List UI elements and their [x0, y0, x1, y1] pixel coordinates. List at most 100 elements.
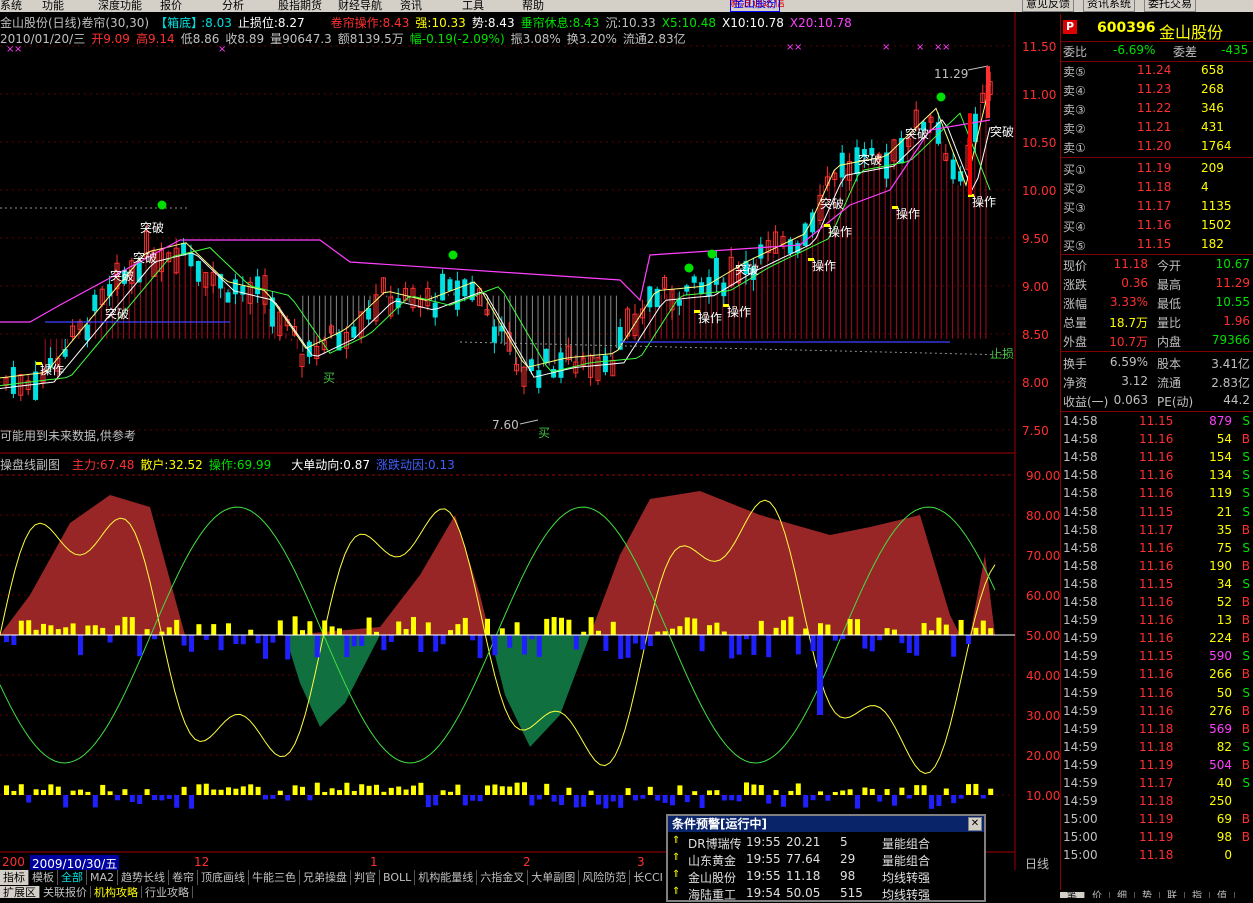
condition-alert-window[interactable]: 条件预警[运行中] ✕ ⇑ DR博瑞传 19:55 20.21 5 量能组合 ⇑ 山东黄金 19… — [666, 814, 986, 902]
panel-tab-2[interactable]: 细 — [1110, 892, 1135, 898]
indicator-tab-12[interactable]: 六指金叉 — [477, 870, 529, 885]
extension-tab-3[interactable]: 行业攻略 — [142, 886, 193, 898]
menu-item-system[interactable]: 系统 — [0, 0, 22, 12]
tick-price: 11.16 — [1139, 613, 1174, 628]
time-axis-month-3: 3 — [637, 855, 645, 869]
indicator-tab-6[interactable]: 顶底画线 — [198, 870, 250, 885]
indicator-tab-11[interactable]: 机构能量线 — [415, 870, 478, 885]
news-system-button[interactable]: 资讯系统 — [1083, 0, 1135, 12]
menu-item-news[interactable]: 资讯 — [400, 0, 422, 12]
buy-label: 买 — [538, 426, 550, 440]
ask-row-0[interactable]: 卖⑤ 11.24 658 — [1061, 62, 1253, 81]
panel-tab-6[interactable]: 值 — [1210, 892, 1235, 898]
quote-label-2: 最低 — [1157, 297, 1182, 311]
tick-volume: 52 — [1216, 595, 1232, 609]
tick-price: 11.16 — [1139, 631, 1174, 646]
quote-value: 18.7万 — [1109, 316, 1148, 330]
bid-row-3[interactable]: 买④ 11.16 1502 — [1061, 217, 1253, 236]
feedback-button[interactable]: 意见反馈 — [1022, 0, 1074, 12]
trade-button[interactable]: 委托交易 — [1144, 0, 1196, 12]
momentum-value: 涨跌动因:0.13 — [376, 458, 455, 472]
close-icon[interactable]: ✕ — [968, 817, 982, 831]
indicator-tab-10[interactable]: BOLL — [380, 870, 416, 885]
buy-label: 买 — [323, 371, 335, 385]
tick-side: B — [1241, 667, 1250, 682]
time-axis-stub: 200 — [2, 855, 25, 869]
indicator-tab-13[interactable]: 大单副图 — [528, 870, 580, 885]
tick-volume: 54 — [1216, 432, 1232, 447]
panel-tab-1[interactable]: 价 — [1085, 892, 1110, 898]
menu-item-tools[interactable]: 工具 — [462, 0, 484, 12]
tick-side: S — [1242, 450, 1250, 465]
tick-time: 14:58 — [1063, 414, 1098, 428]
bid-row-1[interactable]: 买② 11.18 4 — [1061, 179, 1253, 198]
menu-item-deep[interactable]: 深度功能 — [98, 0, 142, 12]
order-volume: 1502 — [1201, 218, 1232, 232]
extension-tab-0[interactable]: 扩展区 — [0, 886, 40, 898]
time-axis-month-12: 12 — [194, 855, 210, 869]
indicator-tab-2[interactable]: 全部 — [58, 870, 87, 885]
tick-volume: 82 — [1216, 739, 1232, 754]
panel-tab-0[interactable]: 笔 — [1060, 892, 1085, 898]
indicator-tab-15[interactable]: 长CCI — [630, 870, 667, 885]
tick-time: 14:59 — [1063, 703, 1098, 718]
panel-tab-3[interactable]: 势 — [1135, 892, 1160, 898]
alert-title-bar[interactable]: 条件预警[运行中] ✕ — [668, 816, 984, 832]
ask-row-3[interactable]: 卖② 11.21 431 — [1061, 119, 1253, 138]
wei-cha-label: 委差 — [1173, 45, 1198, 59]
big-order-value: 大单动向:0.87 — [291, 458, 370, 472]
indicator-tab-14[interactable]: 风险防范 — [579, 870, 631, 885]
sub-tick-label: 50.00 — [1026, 629, 1060, 643]
tick-volume: 50 — [1216, 685, 1232, 700]
tick-side: B — [1241, 613, 1250, 628]
panel-tab-5[interactable]: 指 — [1185, 892, 1210, 898]
period-label[interactable]: 日线 — [1025, 855, 1049, 872]
menu-item-nav[interactable]: 财经导航 — [338, 0, 382, 12]
tick-side: S — [1242, 649, 1250, 664]
signal-dot — [936, 92, 946, 102]
tick-time: 14:58 — [1063, 558, 1098, 573]
order-price: 11.19 — [1137, 161, 1172, 175]
bid-row-2[interactable]: 买③ 11.17 1135 — [1061, 198, 1253, 217]
tick-volume: 134 — [1209, 468, 1232, 483]
tick-price: 11.16 — [1139, 540, 1174, 555]
sub-chart-title: 操盘线副图 — [0, 458, 61, 472]
price-tick-label: 11.00 — [1022, 88, 1056, 102]
bid-row-4[interactable]: 买⑤ 11.15 182 — [1061, 236, 1253, 255]
extension-tab-1[interactable]: 关联报价 — [40, 886, 91, 898]
indicator-tab-8[interactable]: 兄弟操盘 — [300, 870, 352, 885]
indicator-tab-0[interactable]: 指标 — [0, 870, 29, 885]
indicator-tab-3[interactable]: MA2 — [87, 870, 119, 885]
bid-row-0[interactable]: 买① 11.19 209 — [1061, 160, 1253, 179]
alert-condition: 均线转强 — [882, 888, 931, 902]
alert-row[interactable]: ⇑ 山东黄金 19:55 77.64 29 量能组合 — [668, 851, 984, 868]
sub-tick-label: 30.00 — [1026, 709, 1060, 723]
menu-item-futures[interactable]: 股指期货 — [278, 0, 322, 12]
alert-row[interactable]: ⇑ 金山股份 19:55 11.18 98 均线转强 — [668, 868, 984, 885]
ask-row-4[interactable]: 卖① 11.20 1764 — [1061, 138, 1253, 157]
indicator-tab-7[interactable]: 牛能三色 — [249, 870, 301, 885]
indicator-tab-5[interactable]: 卷帘 — [169, 870, 199, 885]
ask-row-1[interactable]: 卖④ 11.23 268 — [1061, 81, 1253, 100]
alert-row[interactable]: ⇑ 海陆重工 19:54 50.05 515 均线转强 — [668, 885, 984, 902]
tick-price: 11.16 — [1139, 432, 1174, 447]
panel-tab-4[interactable]: 联 — [1160, 892, 1185, 898]
tick-volume: 154 — [1209, 450, 1232, 465]
ask-row-2[interactable]: 卖③ 11.22 346 — [1061, 100, 1253, 119]
x20-value: X20:10.78 — [789, 16, 852, 30]
menu-item-function[interactable]: 功能 — [42, 0, 64, 12]
alert-price: 77.64 — [786, 852, 821, 866]
menu-item-quote[interactable]: 报价 — [160, 0, 182, 12]
tick-row: 14:59 11.18 569 B — [1061, 721, 1253, 739]
menu-item-help[interactable]: 帮助 — [522, 0, 544, 12]
extension-tab-2[interactable]: 机构攻略 — [91, 886, 142, 898]
fund-value: 6.59% — [1109, 355, 1148, 369]
menu-item-analysis[interactable]: 分析 — [222, 0, 244, 12]
alert-row[interactable]: ⇑ DR博瑞传 19:55 20.21 5 量能组合 — [668, 834, 984, 851]
tick-row: 14:59 11.19 504 B — [1061, 757, 1253, 775]
tick-side: B — [1241, 812, 1250, 827]
indicator-tab-1[interactable]: 模板 — [29, 870, 58, 885]
tick-volume: 40 — [1216, 776, 1232, 790]
indicator-tab-9[interactable]: 判官 — [351, 870, 381, 885]
indicator-tab-4[interactable]: 趋势长线 — [118, 870, 170, 885]
